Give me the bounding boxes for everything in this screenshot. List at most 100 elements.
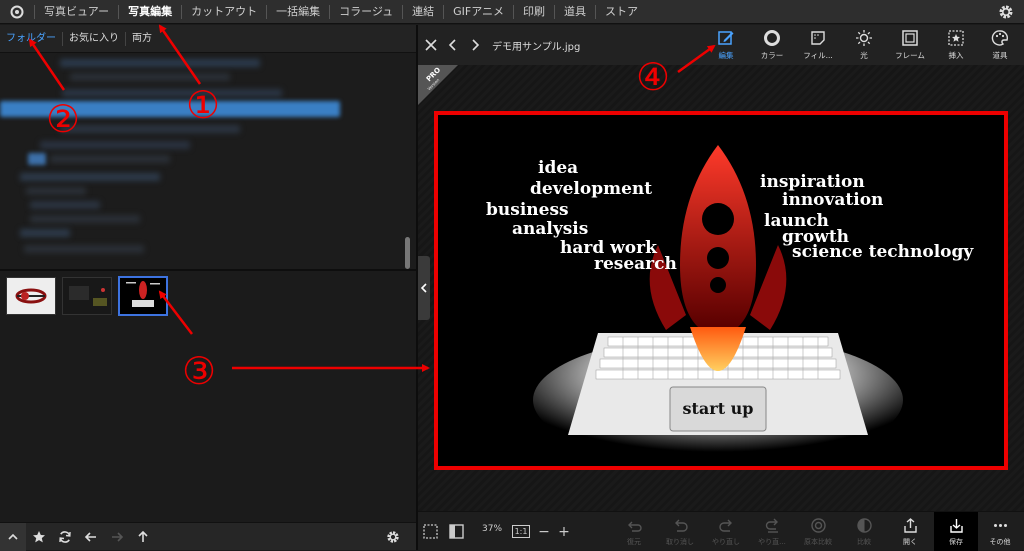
chevron-left-icon xyxy=(420,283,427,293)
menu-combine[interactable]: 連結 xyxy=(402,4,443,19)
save-button[interactable]: 保存 xyxy=(934,512,978,551)
zoom-in-button[interactable]: + xyxy=(554,512,574,551)
menu-print[interactable]: 印刷 xyxy=(513,4,554,19)
tree-scrollbar[interactable] xyxy=(405,237,410,269)
tool-tools[interactable]: 道具 xyxy=(978,27,1022,65)
thumbnail-item-selected[interactable] xyxy=(118,276,168,316)
word-development: development xyxy=(530,179,652,199)
fit-view-icon[interactable] xyxy=(442,512,470,551)
tool-frame-label: フレーム xyxy=(895,51,925,60)
restore-button[interactable]: 復元 xyxy=(614,512,654,551)
zoom-level: 37% xyxy=(482,524,503,534)
tool-color-label: カラー xyxy=(760,51,784,60)
close-icon[interactable] xyxy=(420,25,442,65)
more-button[interactable]: その他 xyxy=(980,512,1020,551)
redo-button[interactable]: やり直し xyxy=(706,512,746,551)
redo-all-icon xyxy=(765,518,778,533)
collapse-left-panel-button[interactable] xyxy=(418,256,430,320)
select-area-icon[interactable] xyxy=(418,512,442,551)
undo-icon xyxy=(674,519,688,532)
tool-edit-label: 編集 xyxy=(718,51,734,60)
tab-favorites[interactable]: お気に入り xyxy=(62,31,125,46)
menu-tools[interactable]: 道具 xyxy=(554,4,595,19)
zoom-out-label: − xyxy=(538,523,550,540)
tool-filter[interactable]: フィル... xyxy=(796,27,840,65)
insert-icon xyxy=(948,30,964,46)
undo-button[interactable]: 取り消し xyxy=(660,512,700,551)
compare-button[interactable]: 比較 xyxy=(844,512,884,551)
word-idea: idea xyxy=(538,158,578,178)
forward-arrow-icon[interactable] xyxy=(104,523,130,551)
menu-gif-animation[interactable]: GIFアニメ xyxy=(443,4,513,19)
tool-color[interactable]: カラー xyxy=(750,27,794,65)
editor-bottom-toolbar: 37% 1:1 − + 復元 取り消し やり直し やり直... 原本比較 比較 … xyxy=(418,511,1024,551)
panel-settings-gear-icon[interactable] xyxy=(380,523,406,551)
undo-label: 取り消し xyxy=(666,537,694,546)
menu-photo-edit[interactable]: 写真編集 xyxy=(118,4,181,19)
app-logo-icon[interactable] xyxy=(0,0,34,24)
up-arrow-icon[interactable] xyxy=(130,523,156,551)
compare-icon xyxy=(856,517,872,533)
left-tabs: フォルダー お気に入り 両方 xyxy=(0,25,416,53)
thumbnail-item[interactable] xyxy=(62,277,112,315)
word-analysis: analysis xyxy=(512,219,588,239)
thumbnail-item[interactable] xyxy=(6,277,56,315)
frame-icon xyxy=(902,30,918,46)
open-icon xyxy=(903,517,917,533)
tool-edit[interactable]: 編集 xyxy=(704,27,748,65)
save-label: 保存 xyxy=(949,537,963,546)
tools-icon xyxy=(991,30,1008,46)
left-bottom-toolbar xyxy=(0,522,416,551)
compare-label: 比較 xyxy=(857,537,871,546)
star-icon[interactable] xyxy=(26,523,52,551)
next-icon[interactable] xyxy=(464,25,486,65)
word-innovation: innovation xyxy=(782,190,883,210)
pro-version-badge: PRO Version xyxy=(418,65,458,105)
start-up-key-label: start up xyxy=(683,399,754,418)
tool-insert[interactable]: 挿入 xyxy=(934,27,978,65)
menu-batch-edit[interactable]: 一括編集 xyxy=(266,4,329,19)
file-name: デモ用サンプル.jpg xyxy=(492,41,581,53)
light-icon xyxy=(856,30,872,46)
refresh-icon[interactable] xyxy=(52,523,78,551)
color-icon xyxy=(764,30,780,46)
collapse-up-icon[interactable] xyxy=(0,522,26,551)
editor-panel: デモ用サンプル.jpg 編集 カラー フィル... 光 フレーム 挿入 道具 P… xyxy=(418,25,1024,551)
word-business: business xyxy=(486,200,569,220)
more-label: その他 xyxy=(989,537,1011,546)
settings-gear-icon[interactable] xyxy=(998,4,1014,20)
redo-all-button[interactable]: やり直... xyxy=(752,512,792,551)
prev-icon[interactable] xyxy=(442,25,464,65)
restore-icon xyxy=(627,521,642,532)
top-menu-bar: 写真ビュアー 写真編集 カットアウト 一括編集 コラージュ 連結 GIFアニメ … xyxy=(0,0,1024,24)
main-menu: 写真ビュアー 写真編集 カットアウト 一括編集 コラージュ 連結 GIFアニメ … xyxy=(34,0,647,24)
restore-label: 復元 xyxy=(627,537,641,546)
word-science-technology: science technology xyxy=(792,242,974,262)
compare-original-label: 原本比較 xyxy=(804,537,832,546)
compare-original-button[interactable]: 原本比較 xyxy=(798,512,838,551)
folder-tree[interactable] xyxy=(0,53,416,269)
edit-icon xyxy=(718,31,734,45)
left-panel: フォルダー お気に入り 両方 xyxy=(0,25,416,551)
open-button[interactable]: 開く xyxy=(890,512,930,551)
tool-light-label: 光 xyxy=(860,51,868,60)
menu-cutout[interactable]: カットアウト xyxy=(181,4,266,19)
photo-canvas[interactable]: start up idea development business analy… xyxy=(434,111,1008,470)
menu-store[interactable]: ストア xyxy=(595,4,647,19)
save-icon xyxy=(949,518,963,533)
tool-tools-label: 道具 xyxy=(992,51,1008,60)
menu-collage[interactable]: コラージュ xyxy=(329,4,402,19)
actual-size-button[interactable]: 1:1 xyxy=(510,512,532,551)
tool-frame[interactable]: フレーム xyxy=(888,27,932,65)
actual-size-label: 1:1 xyxy=(511,525,531,538)
back-arrow-icon[interactable] xyxy=(78,523,104,551)
zoom-out-button[interactable]: − xyxy=(534,512,554,551)
tab-folder[interactable]: フォルダー xyxy=(0,32,62,46)
filter-icon xyxy=(811,31,825,45)
tab-both[interactable]: 両方 xyxy=(125,31,158,46)
tool-filter-label: フィル... xyxy=(803,51,833,60)
menu-photo-viewer[interactable]: 写真ビュアー xyxy=(34,4,118,19)
image-stage[interactable]: PRO Version start up idea development bu… xyxy=(418,65,1024,511)
redo-icon xyxy=(718,519,732,532)
tool-light[interactable]: 光 xyxy=(842,27,886,65)
